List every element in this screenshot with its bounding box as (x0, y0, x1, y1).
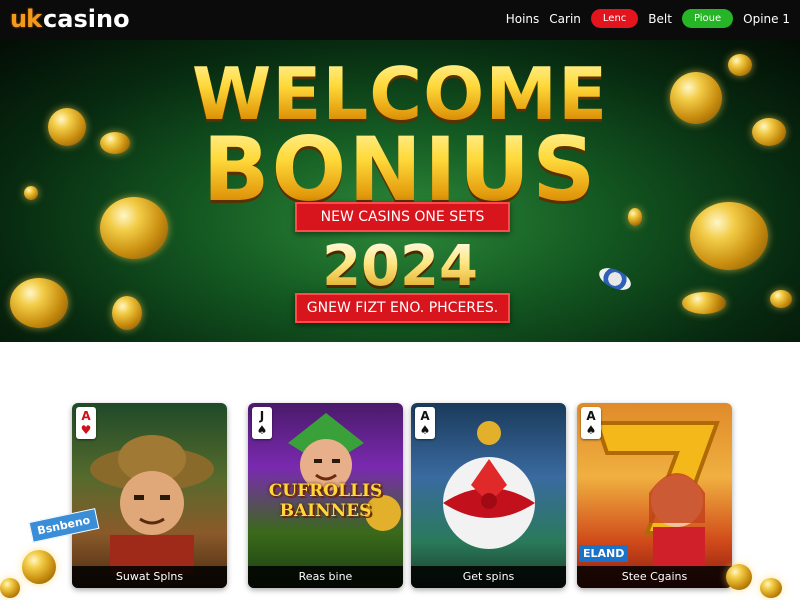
game-card-caption: Suwat Splns (72, 566, 227, 588)
page: uk casino Hoins Carin Lenc Belt Pioue Op… (0, 0, 800, 600)
gold-coin-icon (112, 296, 142, 330)
playing-card-icon: J ♠ (252, 407, 272, 439)
hero-banner-top: NEW CASINS ONE SETS (295, 202, 510, 232)
game-logo-text: CUFROLLIS BAINNES (268, 481, 383, 521)
game-card-caption: Get spins (411, 566, 566, 588)
gold-coin-icon (760, 578, 782, 598)
playing-card-icon: A ♥ (76, 407, 96, 439)
hero-year: 2024 (0, 234, 800, 299)
games-section: A ♥ Suwat Splns CUFROLLIS BAINNES J ♠ Re… (0, 342, 800, 600)
game-badge: ELAND (579, 545, 629, 562)
nav-item-opine[interactable]: Opine 1 (743, 12, 790, 26)
gold-coin-icon (0, 578, 20, 598)
nav-item-carin[interactable]: Carin (549, 12, 581, 26)
site-logo[interactable]: uk casino (10, 5, 130, 33)
gold-coin-icon (22, 550, 56, 584)
card-rank: A (420, 409, 430, 423)
nav-menu: Hoins Carin Lenc Belt Pioue Opine 1 (506, 9, 790, 28)
spade-suit-icon: ♠ (256, 423, 268, 437)
nav-item-hoins[interactable]: Hoins (506, 12, 540, 26)
game-card[interactable]: CUFROLLIS BAINNES J ♠ Reas bine (248, 403, 403, 588)
playing-card-icon: A ♠ (581, 407, 601, 439)
nav-button-pioue[interactable]: Pioue (681, 9, 734, 28)
welcome-bonus-hero[interactable]: WELCOME BONIUS NEW CASINS ONE SETS 2024 … (0, 40, 800, 342)
nav-button-lenc[interactable]: Lenc (590, 9, 639, 28)
game-card[interactable]: A ♠ Get spins (411, 403, 566, 588)
card-rank: J (259, 409, 265, 423)
game-card-caption: Reas bine (248, 566, 403, 588)
card-rank: A (586, 409, 596, 423)
playing-card-icon: A ♠ (415, 407, 435, 439)
card-rank: A (81, 409, 91, 423)
nav-item-belt[interactable]: Belt (648, 12, 672, 26)
top-nav-bar: uk casino Hoins Carin Lenc Belt Pioue Op… (0, 0, 800, 40)
game-card-caption: Stee Cgains (577, 566, 732, 588)
game-card[interactable]: A ♥ Suwat Splns (72, 403, 227, 588)
logo-casino-text: casino (43, 5, 130, 33)
logo-uk-text: uk (10, 5, 42, 33)
hero-banner-bottom: GNEW FIZT ENO. PHCERES. (295, 293, 510, 323)
spade-suit-icon: ♠ (419, 423, 431, 437)
spade-suit-icon: ♠ (585, 423, 597, 437)
game-card[interactable]: ELAND A ♠ Stee Cgains (577, 403, 732, 588)
gold-coin-icon (726, 564, 752, 590)
heart-suit-icon: ♥ (80, 423, 92, 437)
